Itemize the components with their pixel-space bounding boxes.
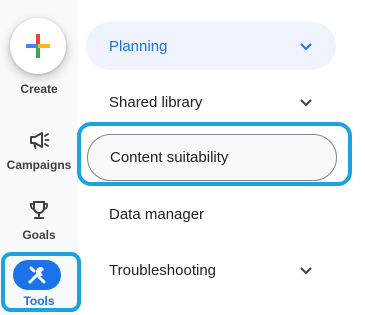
menu-item-label: Shared library	[109, 93, 203, 111]
left-nav-rail: Create Campaigns Goals Tools	[0, 0, 81, 315]
goals-label: Goals	[22, 228, 56, 242]
goals-nav-item[interactable]	[0, 199, 78, 221]
chevron-down-icon	[300, 267, 312, 275]
menu-item-label: Data manager	[109, 205, 205, 223]
campaigns-nav-item[interactable]	[0, 130, 78, 150]
campaigns-label: Campaigns	[6, 158, 72, 172]
menu-item-label: Troubleshooting	[109, 261, 217, 279]
menu-item-label: Planning	[109, 37, 168, 55]
menu-item-content-suitability[interactable]: Content suitability	[87, 134, 337, 181]
menu-item-label: Content suitability	[110, 149, 229, 166]
create-button[interactable]	[10, 18, 66, 74]
chevron-down-icon	[300, 99, 312, 107]
create-label: Create	[20, 82, 58, 96]
tools-icon	[28, 266, 46, 284]
menu-item-shared-library[interactable]: Shared library	[86, 78, 336, 126]
megaphone-icon	[30, 132, 50, 149]
menu-item-planning[interactable]: Planning	[86, 22, 336, 70]
tools-nav-item[interactable]	[13, 260, 61, 290]
plus-icon	[26, 34, 50, 58]
menu-item-troubleshooting[interactable]: Troubleshooting	[86, 246, 336, 294]
chevron-down-icon	[300, 43, 312, 51]
trophy-icon	[30, 201, 48, 219]
tools-label: Tools	[23, 294, 55, 308]
menu-item-data-manager[interactable]: Data manager	[86, 190, 336, 238]
